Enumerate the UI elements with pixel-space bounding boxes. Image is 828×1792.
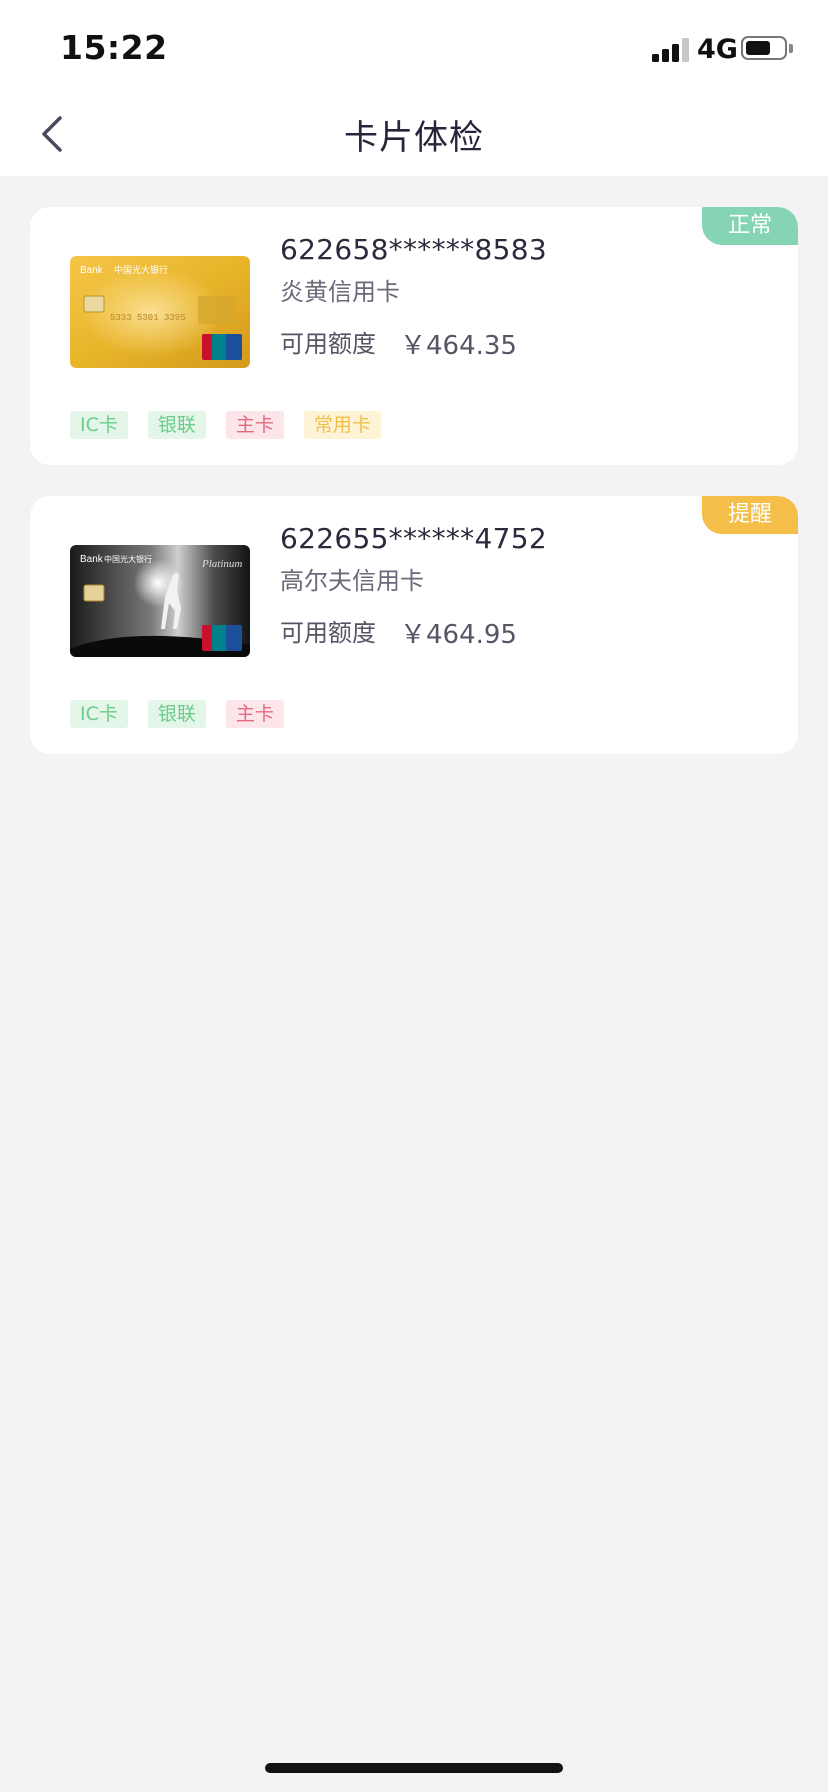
limit-value: ￥464.35 <box>400 331 517 361</box>
svg-text:Bank: Bank <box>80 554 104 565</box>
status-bar: 15:22 4G <box>0 0 828 94</box>
credit-card-item[interactable]: 提醒 Bank 中国光大银行 Platinum 622655******4752… <box>30 496 798 754</box>
battery-tip <box>789 44 793 53</box>
tag-frequent: 常用卡 <box>303 411 381 439</box>
tag-ic: IC卡 <box>70 700 128 728</box>
limit-label: 可用额度 <box>280 330 376 358</box>
card-image: Bank 中国光大银行 Platinum <box>70 545 250 657</box>
home-indicator[interactable] <box>265 1763 563 1773</box>
tag-list: IC卡 银联 主卡 常用卡 <box>70 411 381 439</box>
status-badge: 正常 <box>702 207 798 245</box>
card-name: 炎黄信用卡 <box>280 278 400 306</box>
page-title: 卡片体检 <box>344 118 484 158</box>
status-badge: 提醒 <box>702 496 798 534</box>
limit-label: 可用额度 <box>280 619 376 647</box>
card-number: 622658******8583 <box>280 233 547 266</box>
svg-text:5333 5301 3395: 5333 5301 3395 <box>110 313 186 323</box>
svg-text:中国光大银行: 中国光大银行 <box>114 264 168 276</box>
network-type: 4G <box>697 34 738 65</box>
signal-icon <box>652 38 690 62</box>
battery-icon <box>741 36 787 60</box>
tag-unionpay: 银联 <box>147 700 206 728</box>
card-image: Bank 中国光大银行 5333 5301 3395 <box>70 256 250 368</box>
svg-text:Bank: Bank <box>80 265 104 276</box>
battery-level <box>746 41 770 55</box>
svg-text:Platinum: Platinum <box>201 558 242 570</box>
tag-list: IC卡 银联 主卡 <box>70 700 284 728</box>
tag-ic: IC卡 <box>70 411 128 439</box>
status-time: 15:22 <box>60 28 168 67</box>
tag-primary: 主卡 <box>225 411 284 439</box>
nav-bar: 卡片体检 <box>0 94 828 176</box>
svg-text:中国光大银行: 中国光大银行 <box>104 554 152 564</box>
card-number: 622655******4752 <box>280 522 547 555</box>
tag-primary: 主卡 <box>225 700 284 728</box>
credit-card-item[interactable]: 正常 Bank 中国光大银行 5333 5301 3395 622658****… <box>30 207 798 465</box>
card-name: 高尔夫信用卡 <box>280 567 424 595</box>
limit-value: ￥464.95 <box>400 620 517 650</box>
tag-unionpay: 银联 <box>147 411 206 439</box>
